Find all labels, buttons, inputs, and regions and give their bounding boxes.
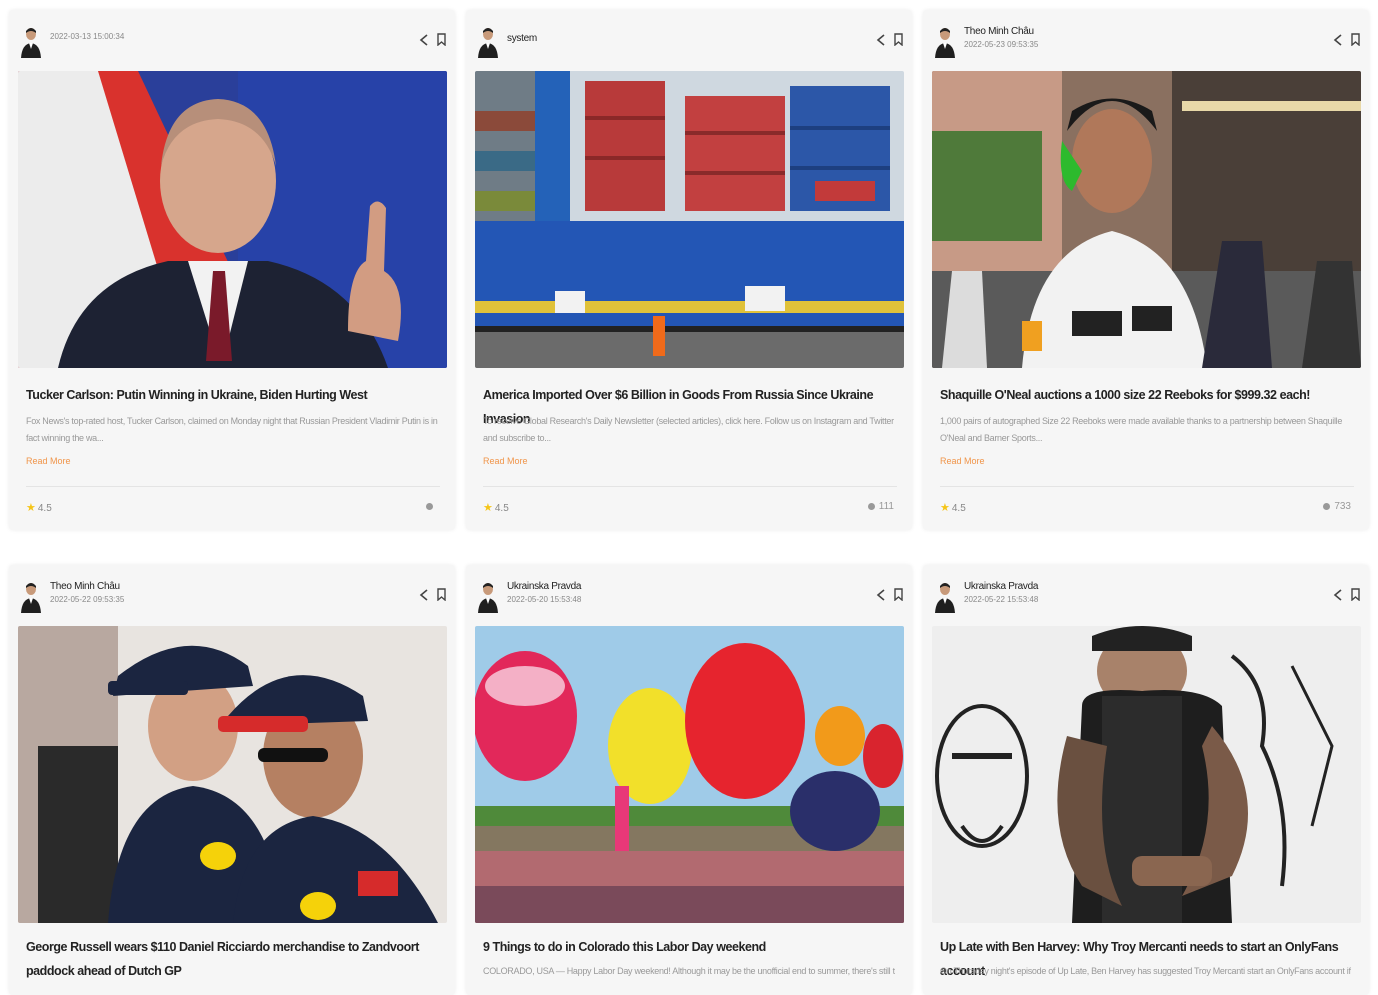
article-image[interactable] [18,71,447,368]
article-title[interactable]: Shaquille O'Neal auctions a 1000 size 22… [940,383,1355,407]
share-icon[interactable] [1333,34,1343,46]
rating-value: 4.5 [37,503,52,514]
article-grid: 2022-03-13 15:00:34 Tucker Carlson: Puti… [0,0,1378,995]
article-card[interactable]: Theo Minh Châu 2022-05-23 09:53:35 Shaqu… [923,10,1369,530]
card-header: Theo Minh Châu 2022-05-23 09:53:35 [923,10,1369,70]
article-image[interactable] [18,626,447,923]
star-icon: ★ [26,502,36,514]
post-date: 2022-05-22 09:53:35 [50,595,125,604]
bookmark-icon[interactable] [894,33,903,46]
author-block: Ukrainska Pravda 2022-05-22 15:53:48 [964,581,1038,604]
article-excerpt: COLORADO, USA — Happy Labor Day weekend!… [483,966,895,976]
author-block: Theo Minh Châu 2022-05-22 09:53:35 [50,581,124,604]
avatar[interactable] [476,579,500,613]
article-image[interactable] [932,626,1361,923]
avatar[interactable] [19,579,43,613]
author-block: 2022-03-13 15:00:34 [50,26,124,41]
eye-icon [1323,502,1331,510]
share-icon[interactable] [1333,589,1343,601]
views-value: 111 [878,501,894,512]
author-block: Theo Minh Châu 2022-05-23 09:53:35 [964,26,1038,49]
bookmark-icon[interactable] [437,588,446,601]
bookmark-icon[interactable] [1351,588,1360,601]
read-more-link[interactable]: Read More [26,456,71,466]
article-excerpt: Fox News's top-rated host, Tucker Carlso… [26,416,438,443]
article-image[interactable] [932,71,1361,368]
article-card[interactable]: system America Imported Over $6 Billion … [466,10,912,530]
article-card[interactable]: 2022-03-13 15:00:34 Tucker Carlson: Puti… [9,10,455,530]
article-excerpt: On Thursday night's episode of Up Late, … [940,966,1352,976]
bookmark-icon[interactable] [437,33,446,46]
share-icon[interactable] [876,589,886,601]
bookmark-icon[interactable] [894,588,903,601]
views-value: 733 [1334,501,1351,512]
author-name[interactable]: Theo Minh Châu [964,26,1038,37]
author-name[interactable]: Ukrainska Pravda [507,581,581,592]
star-icon: ★ [940,502,950,514]
rating: ★ 4.5 [940,501,966,514]
card-header: Ukrainska Pravda 2022-05-20 15:53:48 [466,565,912,625]
rating: ★ 4.5 [26,501,52,514]
card-header: Ukrainska Pravda 2022-05-22 15:53:48 [923,565,1369,625]
author-name[interactable]: Theo Minh Châu [50,581,124,592]
share-icon[interactable] [419,589,429,601]
view-count: 111 [867,501,894,512]
card-header: Theo Minh Châu 2022-05-22 09:53:35 [9,565,455,625]
article-image[interactable] [475,71,904,368]
post-date: 2022-05-20 15:53:48 [507,595,582,604]
post-date: 2022-05-22 15:53:48 [964,595,1039,604]
article-excerpt: 1,000 pairs of autographed Size 22 Reebo… [940,416,1343,443]
article-card[interactable]: Ukrainska Pravda 2022-05-20 15:53:48 9 T… [466,565,912,995]
share-icon[interactable] [876,34,886,46]
view-count [426,501,437,512]
author-block: system [507,33,537,44]
star-icon: ★ [483,502,493,514]
read-more-link[interactable]: Read More [940,456,985,466]
article-image[interactable] [475,626,904,923]
rating-value: 4.5 [951,503,966,514]
author-name[interactable]: Ukrainska Pravda [964,581,1038,592]
avatar[interactable] [19,24,43,58]
card-header: 2022-03-13 15:00:34 [9,10,455,70]
author-block: Ukrainska Pravda 2022-05-20 15:53:48 [507,581,581,604]
avatar[interactable] [933,24,957,58]
divider [940,486,1354,487]
eye-icon [426,502,433,510]
divider [26,486,440,487]
post-date: 2022-05-23 09:53:35 [964,40,1039,49]
avatar[interactable] [933,579,957,613]
avatar[interactable] [476,24,500,58]
article-title[interactable]: Tucker Carlson: Putin Winning in Ukraine… [26,383,441,407]
eye-icon [867,502,875,510]
article-card[interactable]: Ukrainska Pravda 2022-05-22 15:53:48 Up … [923,565,1369,995]
rating: ★ 4.5 [483,501,509,514]
article-excerpt: To receive Global Research's Daily Newsl… [483,416,894,443]
post-date: 2022-03-13 15:00:34 [50,32,125,41]
bookmark-icon[interactable] [1351,33,1360,46]
view-count: 733 [1323,501,1351,512]
rating-value: 4.5 [494,503,509,514]
article-title[interactable]: 9 Things to do in Colorado this Labor Da… [483,935,898,959]
read-more-link[interactable]: Read More [483,456,528,466]
article-title[interactable]: George Russell wears $110 Daniel Ricciar… [26,935,441,983]
share-icon[interactable] [419,34,429,46]
article-card[interactable]: Theo Minh Châu 2022-05-22 09:53:35 Georg… [9,565,455,995]
author-name[interactable]: system [507,33,537,44]
divider [483,486,897,487]
card-header: system [466,10,912,70]
